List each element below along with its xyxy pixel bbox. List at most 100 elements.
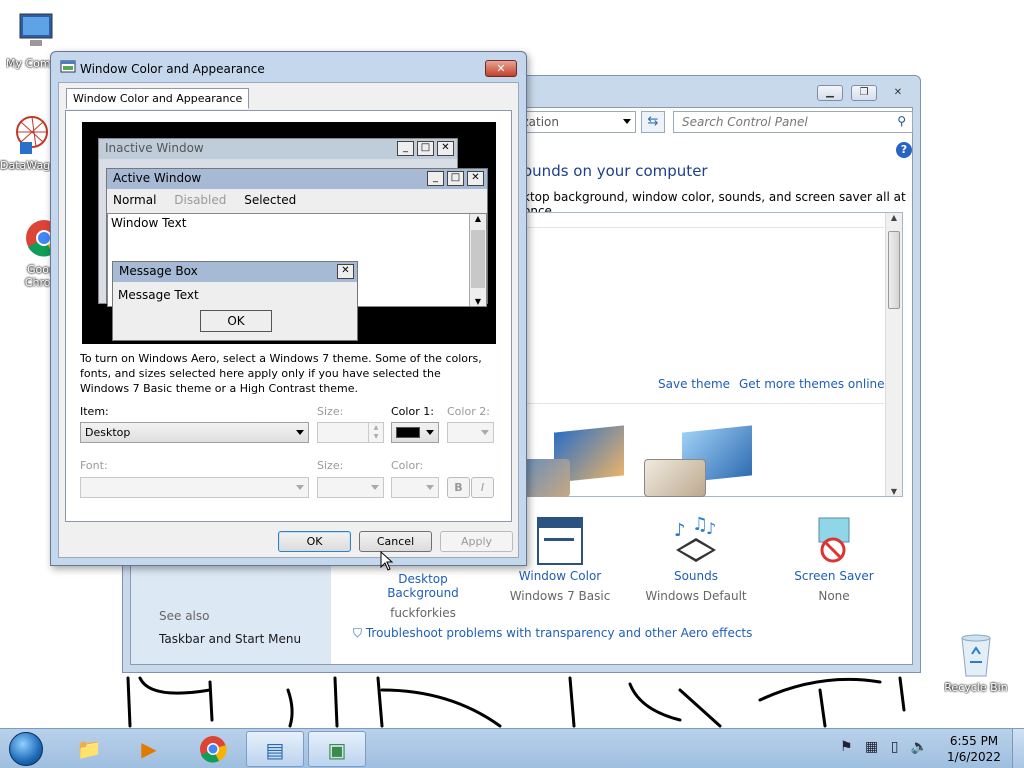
taskbar-chrome[interactable]	[184, 731, 242, 767]
font-size-label: Size:	[317, 459, 344, 472]
inactive-title: Inactive Window	[105, 141, 204, 155]
ok-button[interactable]: OK	[278, 531, 351, 552]
media-player-icon: ▶	[141, 737, 157, 761]
minimize-button[interactable]: ▁	[817, 85, 843, 101]
stepper-buttons: ▲ ▼	[368, 423, 383, 442]
active-minimize-icon: _	[427, 171, 444, 186]
message-box-close-icon: ✕	[337, 264, 354, 279]
scrollbar-up-arrow[interactable]: ▲	[886, 213, 902, 222]
item-value: Windows 7 Basic	[509, 589, 611, 603]
show-desktop-button[interactable]	[1012, 729, 1024, 768]
tab-window-color-appearance[interactable]: Window Color and Appearance	[66, 88, 250, 109]
info-text: To turn on Windows Aero, select a Window…	[80, 352, 482, 395]
refresh-icon: ⇆	[647, 114, 659, 129]
scrollbar-down-arrow[interactable]: ▼	[886, 487, 902, 496]
chevron-down-icon	[296, 485, 304, 490]
chevron-down-icon	[426, 485, 434, 490]
item-value: Desktop	[85, 426, 131, 439]
power-icon[interactable]: ▯	[891, 739, 899, 755]
active-maximize-icon: □	[447, 171, 464, 186]
taskbar-explorer[interactable]: 📁	[60, 731, 118, 767]
close-button[interactable]: ✕	[885, 85, 911, 101]
chrome-icon	[200, 736, 227, 763]
menu-disabled: Disabled	[174, 193, 227, 207]
scrollbar-thumb[interactable]	[888, 231, 900, 309]
item-select[interactable]: Desktop	[80, 422, 309, 443]
menu-selected: Selected	[244, 193, 297, 207]
system-tray: ⚑ ▦ ▯ 🔈	[840, 739, 928, 755]
color2-picker[interactable]	[447, 422, 494, 443]
troubleshoot-text: Troubleshoot problems with transparency …	[365, 626, 753, 640]
theme-list-divider	[524, 227, 884, 228]
preview-menu-bar: Normal Disabled Selected	[113, 193, 296, 207]
volume-icon[interactable]: 🔈	[911, 739, 928, 755]
address-bar[interactable]: ization	[512, 111, 636, 133]
color1-picker[interactable]	[391, 422, 439, 443]
menu-normal: Normal	[113, 193, 157, 207]
color1-swatch	[396, 427, 420, 438]
dialog-close-button[interactable]: ✕	[485, 60, 517, 77]
apply-button[interactable]: Apply	[440, 531, 513, 552]
item-value: None	[818, 589, 850, 603]
font-color-picker[interactable]	[391, 477, 439, 498]
taskbar: 📁 ▶ ▤ ▣ ⚑ ▦ ▯ 🔈 6:55 PM 1/6/2022	[0, 728, 1024, 768]
get-more-themes-link[interactable]: Get more themes online	[739, 377, 885, 391]
dialog-title: Window Color and Appearance	[80, 62, 265, 76]
font-size-select[interactable]	[317, 477, 384, 498]
svg-text:♪: ♪	[674, 520, 686, 541]
action-center-icon[interactable]: ⚑	[840, 739, 853, 755]
taskbar-start-menu-link[interactable]: Taskbar and Start Menu	[159, 632, 301, 646]
network-icon[interactable]: ▦	[865, 739, 878, 755]
svg-text:♪: ♪	[706, 519, 716, 538]
window-color-icon	[537, 517, 583, 565]
theme-list[interactable]: ▲ ▼ Save theme Get more themes online	[523, 212, 903, 497]
preview-message-box: Message Box ✕ Message Text OK	[112, 261, 358, 341]
theme-thumbnail-1[interactable]	[524, 425, 634, 497]
chevron-down-icon	[296, 430, 304, 435]
desktop-icon-label: Recycle Bin	[944, 681, 1008, 694]
maximize-button[interactable]: ❐	[851, 85, 877, 101]
theme-thumbnail-2[interactable]	[642, 425, 762, 497]
size-stepper[interactable]: ▲ ▼	[317, 422, 384, 443]
dialog-app-icon	[60, 60, 76, 73]
thumbnail-image	[644, 459, 706, 497]
chevron-down-icon	[371, 485, 379, 490]
inactive-close-icon: ✕	[437, 141, 454, 156]
search-input[interactable]: Search Control Panel ⚲	[673, 111, 913, 133]
theme-list-divider	[524, 403, 884, 404]
clock[interactable]: 6:55 PM 1/6/2022	[944, 733, 1004, 765]
font-select[interactable]	[80, 477, 309, 498]
personalization-item-sounds[interactable]: ♪ ♫ ♪ Sounds Windows Default	[636, 514, 756, 603]
save-theme-link[interactable]: Save theme	[658, 377, 730, 391]
desktop-icon-recycle-bin[interactable]: Recycle Bin	[944, 630, 1008, 694]
recycle-bin-icon	[961, 634, 991, 677]
color2-label: Color 2:	[447, 405, 490, 418]
personalization-item-screen-saver[interactable]: Screen Saver None	[774, 516, 894, 603]
preview-scroll-thumb	[471, 230, 485, 288]
clock-time: 6:55 PM	[949, 734, 999, 748]
explorer-icon: 📁	[76, 737, 102, 761]
desktop-scribble	[126, 676, 906, 728]
screen-saver-icon	[818, 517, 850, 563]
taskbar-media-player[interactable]: ▶	[120, 731, 178, 767]
chevron-down-icon[interactable]	[623, 119, 631, 124]
taskbar-window-color[interactable]: ▣	[308, 731, 366, 767]
bold-button[interactable]: B	[447, 477, 470, 498]
help-icon[interactable]: ?	[896, 142, 912, 158]
italic-button[interactable]: I	[471, 477, 494, 498]
appearance-preview[interactable]: Inactive Window _ □ ✕ Active Window _ □ …	[82, 122, 496, 344]
sounds-icon: ♪ ♫♪	[674, 514, 716, 562]
window-text: Window Text	[111, 216, 187, 230]
chevron-down-icon	[426, 430, 434, 435]
item-title: Desktop Background	[387, 572, 459, 600]
close-icon: ✕	[496, 62, 506, 75]
taskbar-control-panel[interactable]: ▤	[246, 731, 304, 767]
chevron-down-icon	[481, 430, 489, 435]
troubleshoot-link[interactable]: ⛉ Troubleshoot problems with transparenc…	[353, 626, 752, 641]
refresh-button[interactable]: ⇆	[641, 111, 665, 133]
item-title: Sounds	[673, 569, 719, 583]
cancel-button[interactable]: Cancel	[359, 531, 432, 552]
scrollbar[interactable]: ▲ ▼	[885, 213, 902, 496]
item-value: fuckforkies	[390, 606, 456, 620]
start-button[interactable]	[4, 729, 48, 768]
